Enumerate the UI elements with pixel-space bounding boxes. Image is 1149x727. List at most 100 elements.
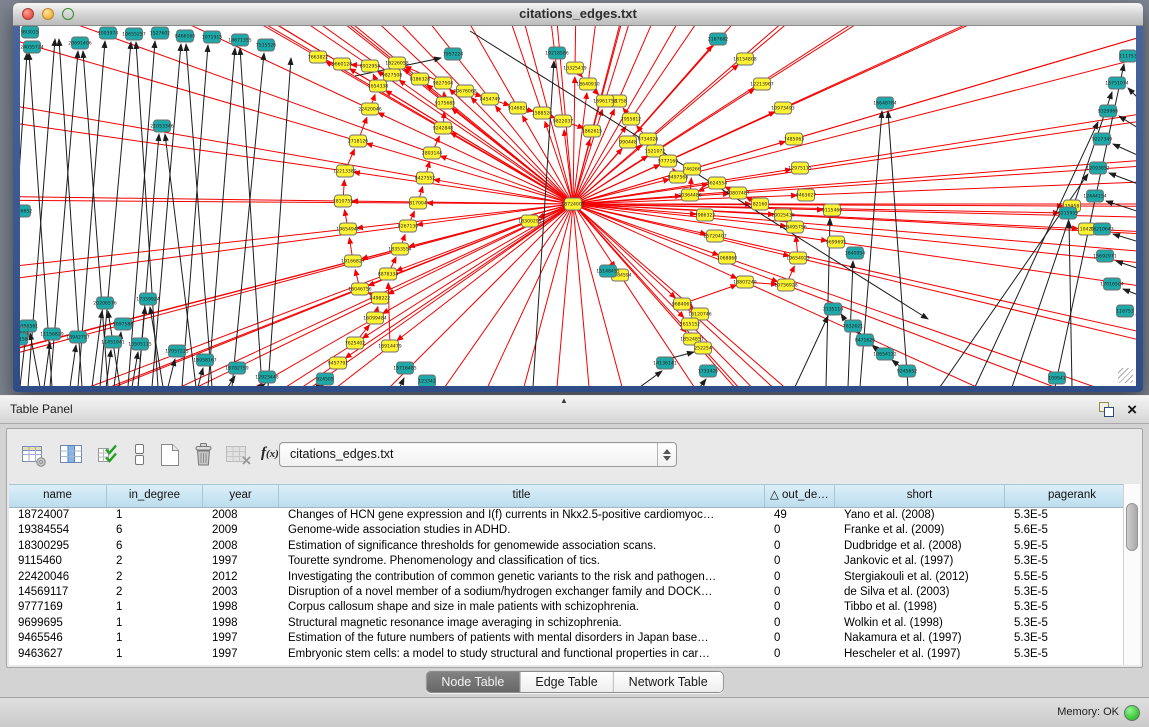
- graph-node[interactable]: 10973493: [771, 102, 794, 114]
- graph-node[interactable]: 7955812: [621, 113, 642, 125]
- table-row[interactable]: 1830029562008Estimation of significance …: [9, 539, 1140, 554]
- table-cell[interactable]: 5.3E-5: [1005, 631, 1140, 646]
- table-cell[interactable]: 0: [765, 570, 835, 585]
- graph-node[interactable]: 15692971: [1093, 250, 1116, 262]
- table-cell[interactable]: 2008: [203, 539, 279, 554]
- graph-node[interactable]: 10654112: [873, 348, 896, 360]
- column-header-pagerank[interactable]: pagerank: [1005, 485, 1140, 507]
- graph-node[interactable]: 9463627: [796, 189, 817, 201]
- table-cell[interactable]: Estimation of the future numbers of pati…: [279, 631, 765, 646]
- delete-table-icon[interactable]: [225, 442, 253, 468]
- minimize-window-button[interactable]: [42, 8, 54, 20]
- graph-node[interactable]: 16210643: [1090, 223, 1113, 235]
- black-edge[interactable]: [128, 41, 155, 386]
- red-edge[interactable]: [427, 203, 573, 204]
- divider-handle-icon[interactable]: ▲: [560, 396, 568, 405]
- graph-node[interactable]: 990448: [619, 136, 637, 148]
- graph-node[interactable]: 7625402: [345, 337, 366, 349]
- graph-node[interactable]: 20364486: [678, 189, 701, 201]
- table-cell[interactable]: 1997: [203, 631, 279, 646]
- graph-node[interactable]: 20206576: [93, 297, 116, 309]
- tab-edge-table[interactable]: Edge Table: [519, 672, 612, 692]
- graph-node[interactable]: 1527602: [150, 27, 171, 39]
- trash-icon[interactable]: [191, 442, 217, 468]
- black-edge[interactable]: [92, 311, 102, 386]
- table-cell[interactable]: 0: [765, 616, 835, 631]
- graph-node[interactable]: 15751074: [1105, 77, 1128, 89]
- red-edge[interactable]: [367, 144, 573, 204]
- graph-node[interactable]: 12213967: [750, 78, 773, 90]
- graph-node[interactable]: 15148455: [596, 265, 619, 277]
- graph-node[interactable]: 7986322: [695, 209, 716, 221]
- table-cell[interactable]: 5.6E-5: [1005, 523, 1140, 538]
- graph-node[interactable]: 10655257: [122, 28, 145, 40]
- close-panel-icon[interactable]: ×: [1127, 399, 1137, 420]
- table-cell[interactable]: 18724007: [9, 508, 107, 523]
- graph-node[interactable]: 21053346: [150, 120, 173, 132]
- graph-node[interactable]: 8267130: [398, 220, 419, 232]
- graph-node[interactable]: 18640910: [576, 78, 599, 90]
- table-cell[interactable]: 1: [107, 616, 203, 631]
- table-cell[interactable]: Structural magnetic resonance image aver…: [279, 616, 765, 631]
- red-edge[interactable]: [20, 26, 345, 171]
- graph-node[interactable]: 1640954: [845, 247, 866, 259]
- table-cell[interactable]: 0: [765, 554, 835, 569]
- graph-hub-node[interactable]: 18724007: [561, 198, 584, 210]
- table-cell[interactable]: 0: [765, 539, 835, 554]
- graph-node[interactable]: 18300295: [518, 215, 541, 227]
- black-edge[interactable]: [44, 342, 50, 386]
- graph-node[interactable]: 15716485: [393, 362, 416, 374]
- black-edge[interactable]: [975, 122, 1098, 386]
- graph-node[interactable]: 8215955: [1058, 207, 1079, 219]
- function-builder-icon[interactable]: f(x): [261, 445, 279, 462]
- black-edge[interactable]: [100, 42, 131, 386]
- table-cell[interactable]: Wolkin et al. (1998): [835, 616, 1005, 631]
- red-edge[interactable]: [618, 26, 1136, 101]
- graph-node[interactable]: 7485063: [784, 133, 805, 145]
- table-cell[interactable]: Embryonic stem cells: a model to study s…: [279, 647, 765, 662]
- graph-node[interactable]: 14136141: [653, 357, 676, 369]
- citation-network-graph[interactable]: 7663822966012889129541822605898275088186…: [20, 26, 1136, 386]
- graph-node[interactable]: 9329966: [1098, 105, 1119, 117]
- float-panel-icon[interactable]: [1099, 402, 1113, 416]
- graph-node[interactable]: 12213389: [333, 165, 356, 177]
- graph-node[interactable]: 14671355: [228, 34, 251, 46]
- graph-node[interactable]: 8427552: [415, 172, 436, 184]
- black-edge[interactable]: [700, 379, 706, 386]
- table-cell[interactable]: Corpus callosum shape and size in male p…: [279, 600, 765, 615]
- close-window-button[interactable]: [22, 8, 34, 20]
- graph-node[interactable]: 82160: [752, 198, 769, 210]
- graph-node[interactable]: 12923448: [255, 371, 278, 383]
- black-edge[interactable]: [1113, 144, 1136, 159]
- graph-node[interactable]: 18495756: [783, 221, 806, 233]
- graph-node[interactable]: 17016504: [1100, 278, 1123, 290]
- table-cell[interactable]: 2012: [203, 570, 279, 585]
- table-cell[interactable]: 5.5E-5: [1005, 570, 1140, 585]
- table-cell[interactable]: 1: [107, 508, 203, 523]
- graph-node[interactable]: 9115460: [822, 204, 843, 216]
- table-cell[interactable]: 2009: [203, 523, 279, 538]
- table-cell[interactable]: 9699695: [9, 616, 107, 631]
- resize-grip[interactable]: [1118, 368, 1133, 383]
- graph-node[interactable]: 11451941: [101, 336, 124, 348]
- graph-node[interactable]: 12093852: [1086, 162, 1109, 174]
- graph-node[interactable]: 2718126: [348, 135, 369, 147]
- graph-node[interactable]: 3624554: [707, 177, 728, 189]
- table-row[interactable]: 2242004622012Investigating the contribut…: [9, 570, 1140, 585]
- black-edge[interactable]: [152, 44, 181, 386]
- table-cell[interactable]: 5.3E-5: [1005, 554, 1140, 569]
- table-row[interactable]: 946554611997Estimation of the future num…: [9, 631, 1140, 646]
- black-edge[interactable]: [400, 378, 404, 386]
- graph-node[interactable]: 13942757: [66, 331, 89, 343]
- red-edge[interactable]: [745, 282, 1136, 386]
- table-cell[interactable]: 18300295: [9, 539, 107, 554]
- table-cell[interactable]: Nakamura et al. (1997): [835, 631, 1005, 646]
- graph-node[interactable]: 10807487: [726, 187, 749, 199]
- graph-node[interactable]: 924505: [316, 373, 334, 385]
- table-cell[interactable]: 22420046: [9, 570, 107, 585]
- graph-node[interactable]: 9699695: [826, 236, 847, 248]
- table-cell[interactable]: 49: [765, 508, 835, 523]
- graph-node[interactable]: 12444154: [1083, 190, 1106, 202]
- table-cell[interactable]: Tibbo et al. (1998): [835, 600, 1005, 615]
- graph-node[interactable]: 8878334: [378, 268, 399, 280]
